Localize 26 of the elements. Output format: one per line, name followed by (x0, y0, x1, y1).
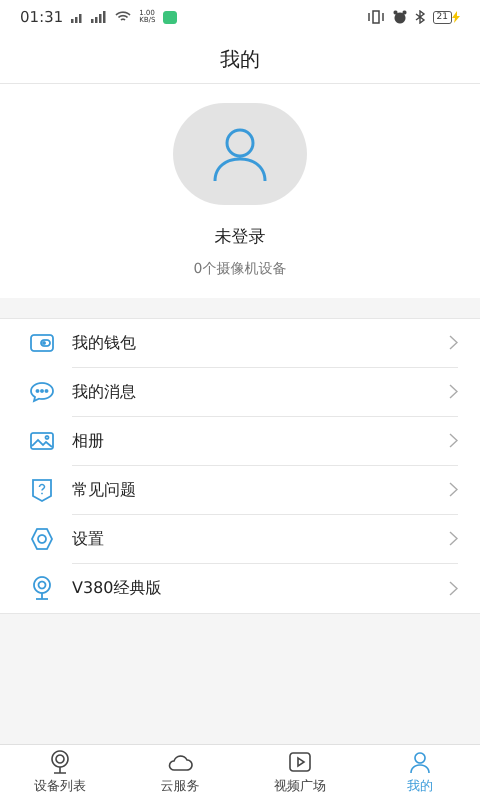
menu-item[interactable]: 常见问题 (0, 466, 480, 514)
chevron-right-icon (449, 433, 458, 448)
chevron-right-icon (449, 384, 458, 399)
vibrate-icon (366, 10, 385, 24)
chevron-right-icon (449, 482, 458, 497)
chevron-right-icon (449, 580, 458, 596)
menu-item[interactable]: V380经典版 (0, 564, 480, 612)
signal-icon (71, 11, 108, 23)
wifi-icon (115, 11, 132, 23)
tab[interactable]: 设备列表 (0, 745, 120, 800)
chevron-right-icon (449, 335, 458, 350)
charging-icon (452, 11, 460, 23)
tab[interactable]: 云服务 (120, 745, 240, 800)
status-time: 01:31 (20, 6, 64, 28)
page-title: 我的 (220, 46, 260, 72)
tab[interactable]: 视频广场 (240, 745, 360, 800)
menu-item[interactable]: 我的消息 (0, 368, 480, 416)
login-status[interactable]: 未登录 (214, 225, 266, 250)
chevron-right-icon (449, 531, 458, 546)
battery-level: 21 (432, 10, 452, 24)
app-notification-icon (163, 10, 178, 24)
menu-item[interactable]: 相册 (0, 416, 480, 466)
device-count: 0个摄像机设备 (194, 260, 286, 278)
menu-item[interactable]: 我的钱包 (0, 318, 480, 368)
menu-item[interactable]: 设置 (0, 514, 480, 564)
bluetooth-icon (414, 10, 425, 24)
